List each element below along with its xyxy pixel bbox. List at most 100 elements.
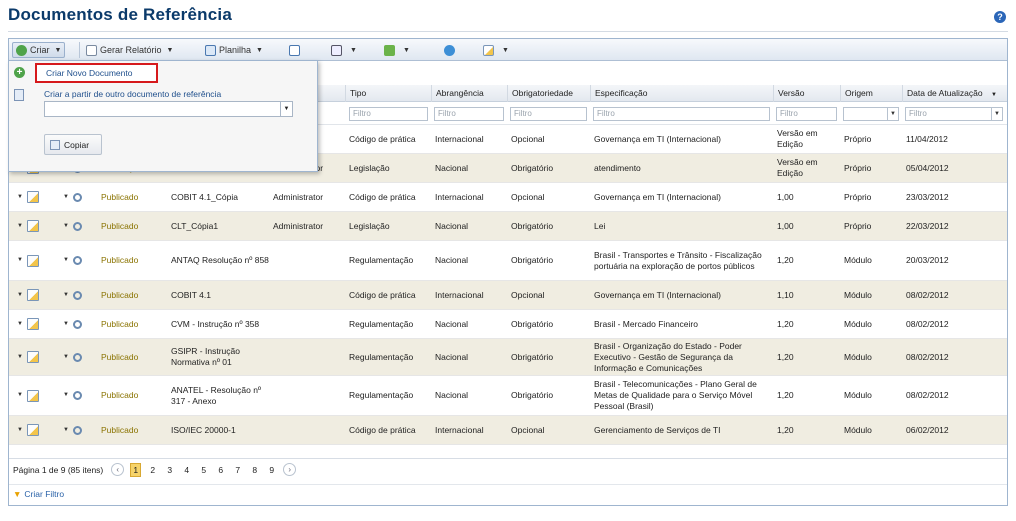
- row-edit-action[interactable]: ▼: [13, 310, 53, 338]
- row-edit-action[interactable]: ▼: [13, 281, 53, 309]
- chevron-down-icon: ▼: [990, 92, 997, 98]
- cell-tipo: Legislação: [349, 220, 390, 231]
- col-abrangencia[interactable]: Abrangência: [431, 85, 507, 102]
- chevron-down-icon: ▼: [280, 102, 292, 116]
- row-edit-action[interactable]: ▼: [13, 339, 53, 375]
- cell-versao: 1,20: [777, 318, 794, 329]
- filter-abrangencia[interactable]: Filtro: [434, 107, 504, 121]
- next-page-button[interactable]: ›: [283, 463, 297, 476]
- col-origem[interactable]: Origem: [840, 85, 902, 102]
- page-number[interactable]: 6: [215, 465, 226, 475]
- page-number[interactable]: 7: [232, 465, 243, 475]
- filter-tipo[interactable]: Filtro: [349, 107, 428, 121]
- row-view-action[interactable]: ▼: [59, 241, 95, 280]
- report-icon: [86, 44, 97, 56]
- page-number[interactable]: 5: [198, 465, 209, 475]
- filter-origem[interactable]: ▼: [843, 107, 899, 121]
- row-edit-action[interactable]: ▼: [13, 183, 53, 211]
- refresh-button[interactable]: [444, 42, 458, 58]
- cell-obr: Obrigatório: [511, 351, 554, 362]
- cell-tipo: Código de prática: [349, 289, 416, 300]
- table-row[interactable]: ▼ ▼ Publicado ANATEL - Resolução nº 317 - A…: [9, 376, 1007, 416]
- create-new-document-item[interactable]: Criar Novo Documento: [35, 63, 158, 83]
- cell-origem: Próprio: [844, 220, 872, 231]
- cell-origem: Próprio: [844, 133, 872, 144]
- page-number[interactable]: 1: [130, 462, 142, 477]
- reference-doc-select[interactable]: ▼: [44, 101, 293, 117]
- cell-versao: 1,00: [777, 191, 794, 202]
- row-view-action[interactable]: ▼: [59, 281, 95, 309]
- cell-origem: Módulo: [844, 255, 872, 265]
- move-button[interactable]: ▼: [331, 42, 357, 58]
- filter-especificacao[interactable]: Filtro: [593, 107, 770, 121]
- cell-name: COBIT 4.1_Cópia: [171, 191, 238, 202]
- cell-tipo: Código de prática: [349, 424, 416, 435]
- table-row[interactable]: ▼ ▼ Publicado COBIT 4.1_Cópia Administrator C…: [9, 183, 1007, 212]
- cell-abr: Nacional: [435, 318, 469, 329]
- cell-spec: Gerenciamento de Serviços de TI: [594, 424, 721, 435]
- edit-icon: [26, 389, 39, 402]
- col-obrigatoriedade[interactable]: Obrigatoriedade: [507, 85, 590, 102]
- create-label: Criar: [30, 45, 50, 55]
- row-edit-action[interactable]: ▼: [13, 241, 53, 280]
- chevron-down-icon: ▼: [63, 222, 69, 229]
- col-tipo[interactable]: Tipo: [345, 85, 431, 102]
- page-number[interactable]: 9: [266, 465, 277, 475]
- help-icon[interactable]: ?: [994, 11, 1006, 23]
- page-number[interactable]: 4: [181, 465, 192, 475]
- filter-obrigatoriedade[interactable]: Filtro: [510, 107, 587, 121]
- edit-icon: [26, 254, 39, 267]
- refresh-icon: [444, 44, 455, 56]
- cell-versao: Versão em Edição: [777, 157, 818, 178]
- create-button[interactable]: Criar ▼: [12, 42, 66, 58]
- cell-data: 22/03/2012: [906, 220, 949, 231]
- export-button[interactable]: ▼: [384, 42, 410, 58]
- table-row[interactable]: ▼ ▼ Publicado CVM - Instrução nº 358 Regulam…: [9, 310, 1007, 339]
- row-edit-action[interactable]: ▼: [13, 212, 53, 240]
- col-especificacao[interactable]: Especificação: [590, 85, 773, 102]
- chevron-down-icon: ▼: [403, 46, 410, 54]
- table-row[interactable]: ▼ ▼ Publicado ANTAQ Resolução nº 858 Regulam…: [9, 241, 1007, 281]
- edit-icon: [26, 220, 39, 232]
- col-versao[interactable]: Versão: [773, 85, 840, 102]
- page-number[interactable]: 8: [249, 465, 260, 475]
- col-data-atualizacao[interactable]: Data de Atualização ▼: [902, 85, 1007, 102]
- prev-page-button[interactable]: ‹: [111, 463, 125, 476]
- filter-versao[interactable]: Filtro: [776, 107, 837, 121]
- cell-owner: Administrator: [273, 191, 324, 202]
- cell-name: COBIT 4.1: [171, 289, 211, 300]
- row-view-action[interactable]: ▼: [59, 339, 95, 375]
- row-edit-action[interactable]: ▼: [13, 376, 53, 415]
- create-filter-link[interactable]: ▼ Criar Filtro: [9, 484, 1007, 502]
- cell-origem: Módulo: [844, 424, 872, 435]
- table-row[interactable]: ▼ ▼ Publicado ISO/IEC 20000-1 Código de prát…: [9, 416, 1007, 445]
- chevron-down-icon: ▼: [17, 392, 23, 398]
- generate-report-button[interactable]: Gerar Relatório ▼: [86, 42, 173, 58]
- cell-name: CLT_Cópia1: [171, 220, 219, 231]
- row-view-action[interactable]: ▼: [59, 416, 95, 444]
- row-view-action[interactable]: ▼: [59, 310, 95, 338]
- row-view-action[interactable]: ▼: [59, 212, 95, 240]
- create-menu: + Criar Novo Documento Criar a partir de…: [8, 60, 318, 172]
- page-number[interactable]: 2: [147, 465, 158, 475]
- hierarchy-button[interactable]: [289, 42, 303, 58]
- cell-owner: Administrator: [273, 220, 324, 231]
- cell-origem: Módulo: [844, 318, 872, 329]
- magnifier-icon: [72, 391, 82, 400]
- cell-data: 08/02/2012: [906, 390, 949, 400]
- filter-icon: ▼: [13, 488, 22, 499]
- row-view-action[interactable]: ▼: [59, 183, 95, 211]
- page-number[interactable]: 3: [164, 465, 175, 475]
- pager: Página 1 de 9 (85 itens) ‹ 123456789 ›: [9, 458, 1007, 480]
- table-row[interactable]: ▼ ▼ Publicado CLT_Cópia1 Administrator Legisl…: [9, 212, 1007, 241]
- spreadsheet-button[interactable]: Planilha ▼: [205, 42, 263, 58]
- table-row[interactable]: ▼ ▼ Publicado GSIPR - Instrução Normativa n…: [9, 339, 1007, 376]
- copy-button[interactable]: Copiar: [44, 134, 102, 155]
- table-row[interactable]: ▼ ▼ Publicado COBIT 4.1 Código de prática Int…: [9, 281, 1007, 310]
- cell-spec: Governança em TI (Internacional): [594, 191, 721, 202]
- row-view-action[interactable]: ▼: [59, 376, 95, 415]
- edit-button[interactable]: ▼: [483, 42, 509, 58]
- cell-tipo: Regulamentação: [349, 351, 414, 362]
- row-edit-action[interactable]: ▼: [13, 416, 53, 444]
- filter-data[interactable]: Filtro ▼: [905, 107, 1003, 121]
